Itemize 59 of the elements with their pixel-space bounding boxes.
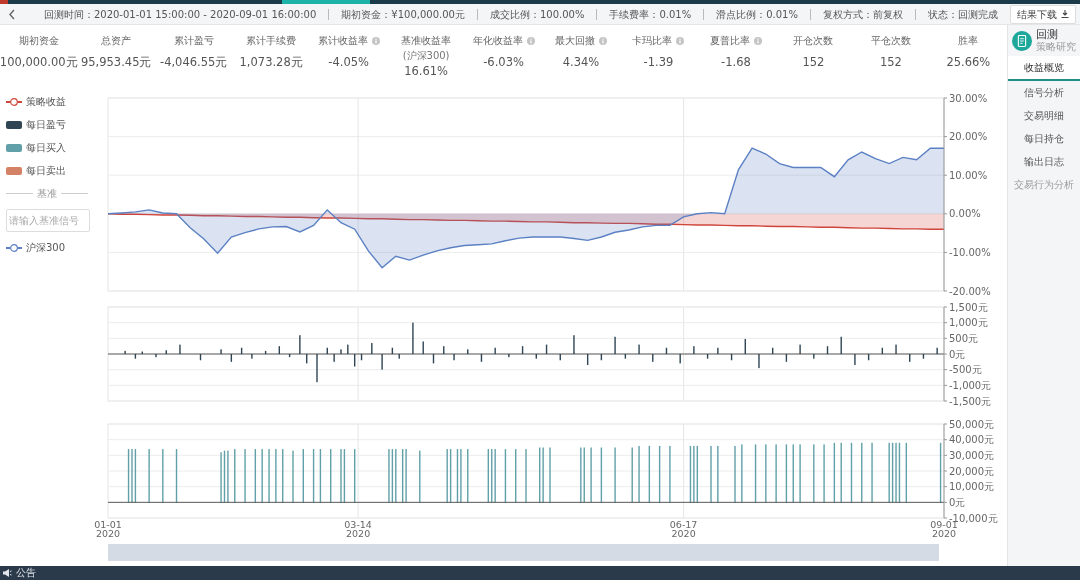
axis-label: -1,000元: [949, 379, 992, 391]
axis-label: -1,500元: [949, 395, 992, 407]
metric-value: 95,953.45元: [80, 54, 152, 71]
info-text: 复权方式：前复权: [811, 8, 916, 20]
info-text: 期初资金：¥100,000.00元: [329, 8, 478, 20]
metric-value: 1,073.28元: [239, 54, 303, 71]
axis-label: 03-14 2020: [344, 519, 372, 539]
metric-label: 年化收益率: [472, 34, 523, 48]
axis-label: 10,000元: [949, 481, 994, 493]
axis-label: 0元: [949, 348, 966, 360]
metric-value: -1.39: [643, 54, 674, 71]
metric-label: 开仓次数: [793, 34, 834, 48]
metric-label: 平仓次数: [870, 34, 911, 48]
axis-label: 0元: [949, 496, 966, 508]
axis-label: 40,000元: [949, 434, 994, 446]
metric-label: 总资产: [101, 34, 132, 48]
info-text: 滑点比例：0.01%: [704, 8, 811, 20]
axis-label: 06-17 2020: [669, 519, 698, 539]
metric-value: 152: [879, 54, 902, 71]
axis-label: -500元: [949, 364, 982, 376]
info-text: 手续费率：0.01%: [597, 8, 705, 20]
metric-label: 基准收益率: [401, 34, 452, 48]
section-label: 基准: [37, 187, 57, 201]
info-text: 成交比例：100.00%: [477, 8, 598, 20]
metric-value: 16.61%: [404, 63, 448, 80]
axis-label: -20.00%: [949, 285, 991, 297]
metric-value: -6.03%: [483, 54, 524, 71]
metric-label: 累计盈亏: [173, 34, 214, 48]
metric-value: -1.68: [721, 54, 751, 71]
metric-label: 累计手续费: [246, 34, 297, 48]
metric-label: 最大回撤: [555, 34, 595, 48]
axis-label: 30.00%: [949, 92, 988, 104]
axis-label: 01-01 2020: [94, 519, 122, 539]
axis-label: 1,000元: [949, 317, 988, 329]
metric-label: 累计收益率: [317, 34, 368, 48]
axis-label: 10.00%: [949, 169, 988, 181]
metric-value: 152: [802, 54, 825, 71]
metric-label: 卡玛比率: [632, 34, 673, 48]
axis-label: 0.00%: [949, 208, 981, 220]
axis-label: 20,000元: [949, 465, 994, 477]
info-text: 状态：回测完成: [927, 8, 999, 20]
metric-value: -4.05%: [328, 54, 369, 71]
metric-value: -4,046.55元: [160, 54, 228, 71]
metric-label: 夏普比率: [709, 34, 750, 48]
axis-label: 30,000元: [949, 449, 994, 461]
metric-label: 期初资金: [18, 34, 59, 48]
panel-title: 回测: [1036, 29, 1059, 42]
metric-sublabel: (沪深300): [402, 49, 450, 63]
info-text: 回测时间：2020-01-01 15:00:00 - 2020-09-01 16:00:00: [31, 8, 330, 20]
axis-label: 20.00%: [949, 131, 988, 143]
panel-subtitle: 策略研究: [1036, 41, 1076, 53]
axis-label: 50,000元: [949, 418, 994, 430]
metric-label: 胜率: [958, 34, 979, 48]
metric-value: 25.66%: [946, 54, 991, 71]
metric-value: 4.34%: [562, 54, 600, 71]
metric-value: 100,000.00元: [0, 54, 78, 71]
axis-label: 1,500元: [949, 301, 988, 313]
axis-label: -10.00%: [949, 246, 991, 258]
axis-label: 500元: [949, 332, 979, 344]
